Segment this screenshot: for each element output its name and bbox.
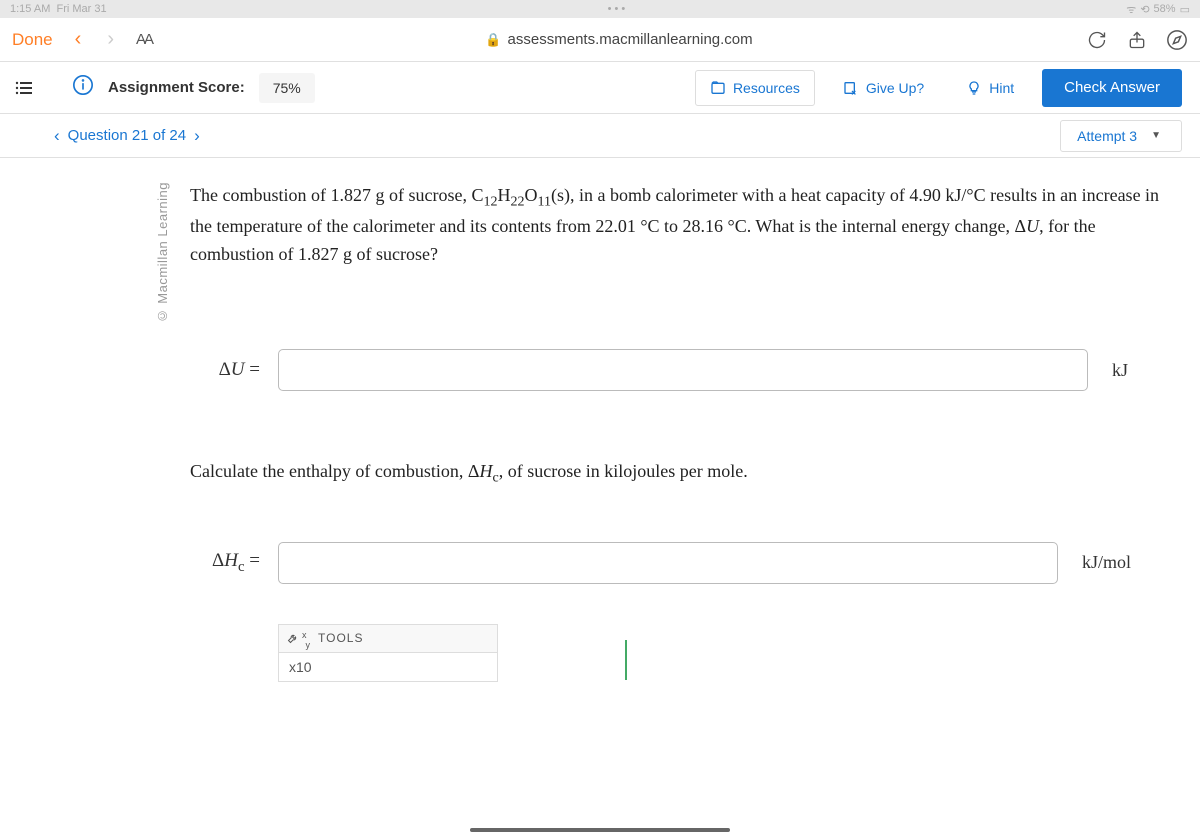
home-indicator[interactable]: [470, 828, 730, 832]
compass-icon[interactable]: [1166, 29, 1188, 51]
text-cursor: [625, 640, 627, 680]
answer2-unit: kJ/mol: [1082, 552, 1131, 573]
question-text: The combustion of 1.827 g of sucrose, C1…: [190, 182, 1160, 269]
battery-pct: 58%: [1154, 3, 1176, 15]
lock-icon: 🔒: [485, 32, 501, 48]
answer1-input[interactable]: [278, 349, 1088, 391]
xy-sub-icon: x y: [302, 630, 311, 650]
share-button[interactable]: [1126, 29, 1148, 51]
give-up-button[interactable]: Give Up?: [829, 70, 938, 106]
attempt-dropdown[interactable]: Attempt 3 ▼: [1060, 120, 1182, 152]
score-value: 75%: [259, 73, 315, 103]
chevron-down-icon: ▼: [1151, 130, 1161, 141]
prev-question[interactable]: ‹: [54, 126, 60, 146]
done-button[interactable]: Done: [12, 30, 53, 50]
reload-button[interactable]: [1086, 29, 1108, 51]
app-header: Assignment Score: 75% Resources Give Up?…: [0, 62, 1200, 114]
status-time: 1:15 AM: [10, 3, 50, 15]
safari-toolbar: Done ‹ › AA 🔒 assessments.macmillanlearn…: [0, 18, 1200, 62]
wrench-icon: [287, 632, 299, 644]
question-nav-row: ‹ Question 21 of 24 › Attempt 3 ▼: [0, 114, 1200, 158]
check-answer-button[interactable]: Check Answer: [1042, 69, 1182, 107]
battery-icon: ▭: [1180, 3, 1190, 16]
answer-row-1: ΔU = kJ: [190, 349, 1176, 391]
tools-panel: x y TOOLS x10: [278, 624, 498, 682]
wifi-icon: ᯤ: [1126, 2, 1136, 17]
resources-button[interactable]: Resources: [695, 70, 815, 106]
question-text-2: Calculate the enthalpy of combustion, ΔH…: [190, 461, 1176, 487]
question-counter: Question 21 of 24: [68, 127, 186, 144]
answer2-label: ΔHc =: [190, 550, 260, 576]
hint-button[interactable]: Hint: [952, 70, 1028, 106]
question-nav[interactable]: ‹ Question 21 of 24 ›: [54, 126, 200, 146]
multitask-dots[interactable]: • • •: [608, 3, 626, 15]
ipad-status-bar: 1:15 AM Fri Mar 31 • • • ᯤ ⟲ 58% ▭: [0, 0, 1200, 18]
answer1-label: ΔU =: [190, 359, 260, 381]
answer-row-2: ΔHc = kJ/mol: [190, 542, 1176, 584]
answer2-input[interactable]: [278, 542, 1058, 584]
status-date: Fri Mar 31: [56, 3, 106, 15]
text-size-button[interactable]: AA: [136, 31, 152, 48]
tools-item-x10[interactable]: x10: [279, 653, 497, 681]
rotation-lock-icon: ⟲: [1140, 3, 1149, 16]
answer1-unit: kJ: [1112, 360, 1128, 381]
address-bar[interactable]: 🔒 assessments.macmillanlearning.com: [170, 31, 1068, 48]
content-area: © Macmillan Learning The combustion of 1…: [0, 158, 1200, 682]
copyright-label: © Macmillan Learning: [155, 182, 170, 323]
forward-button: ›: [103, 28, 118, 51]
back-button[interactable]: ‹: [71, 28, 86, 51]
score-label: Assignment Score:: [108, 79, 245, 96]
next-question[interactable]: ›: [194, 126, 200, 146]
menu-button[interactable]: [10, 81, 38, 95]
info-icon[interactable]: [72, 74, 94, 101]
url-text: assessments.macmillanlearning.com: [508, 31, 753, 48]
tools-header[interactable]: x y TOOLS: [279, 625, 497, 653]
